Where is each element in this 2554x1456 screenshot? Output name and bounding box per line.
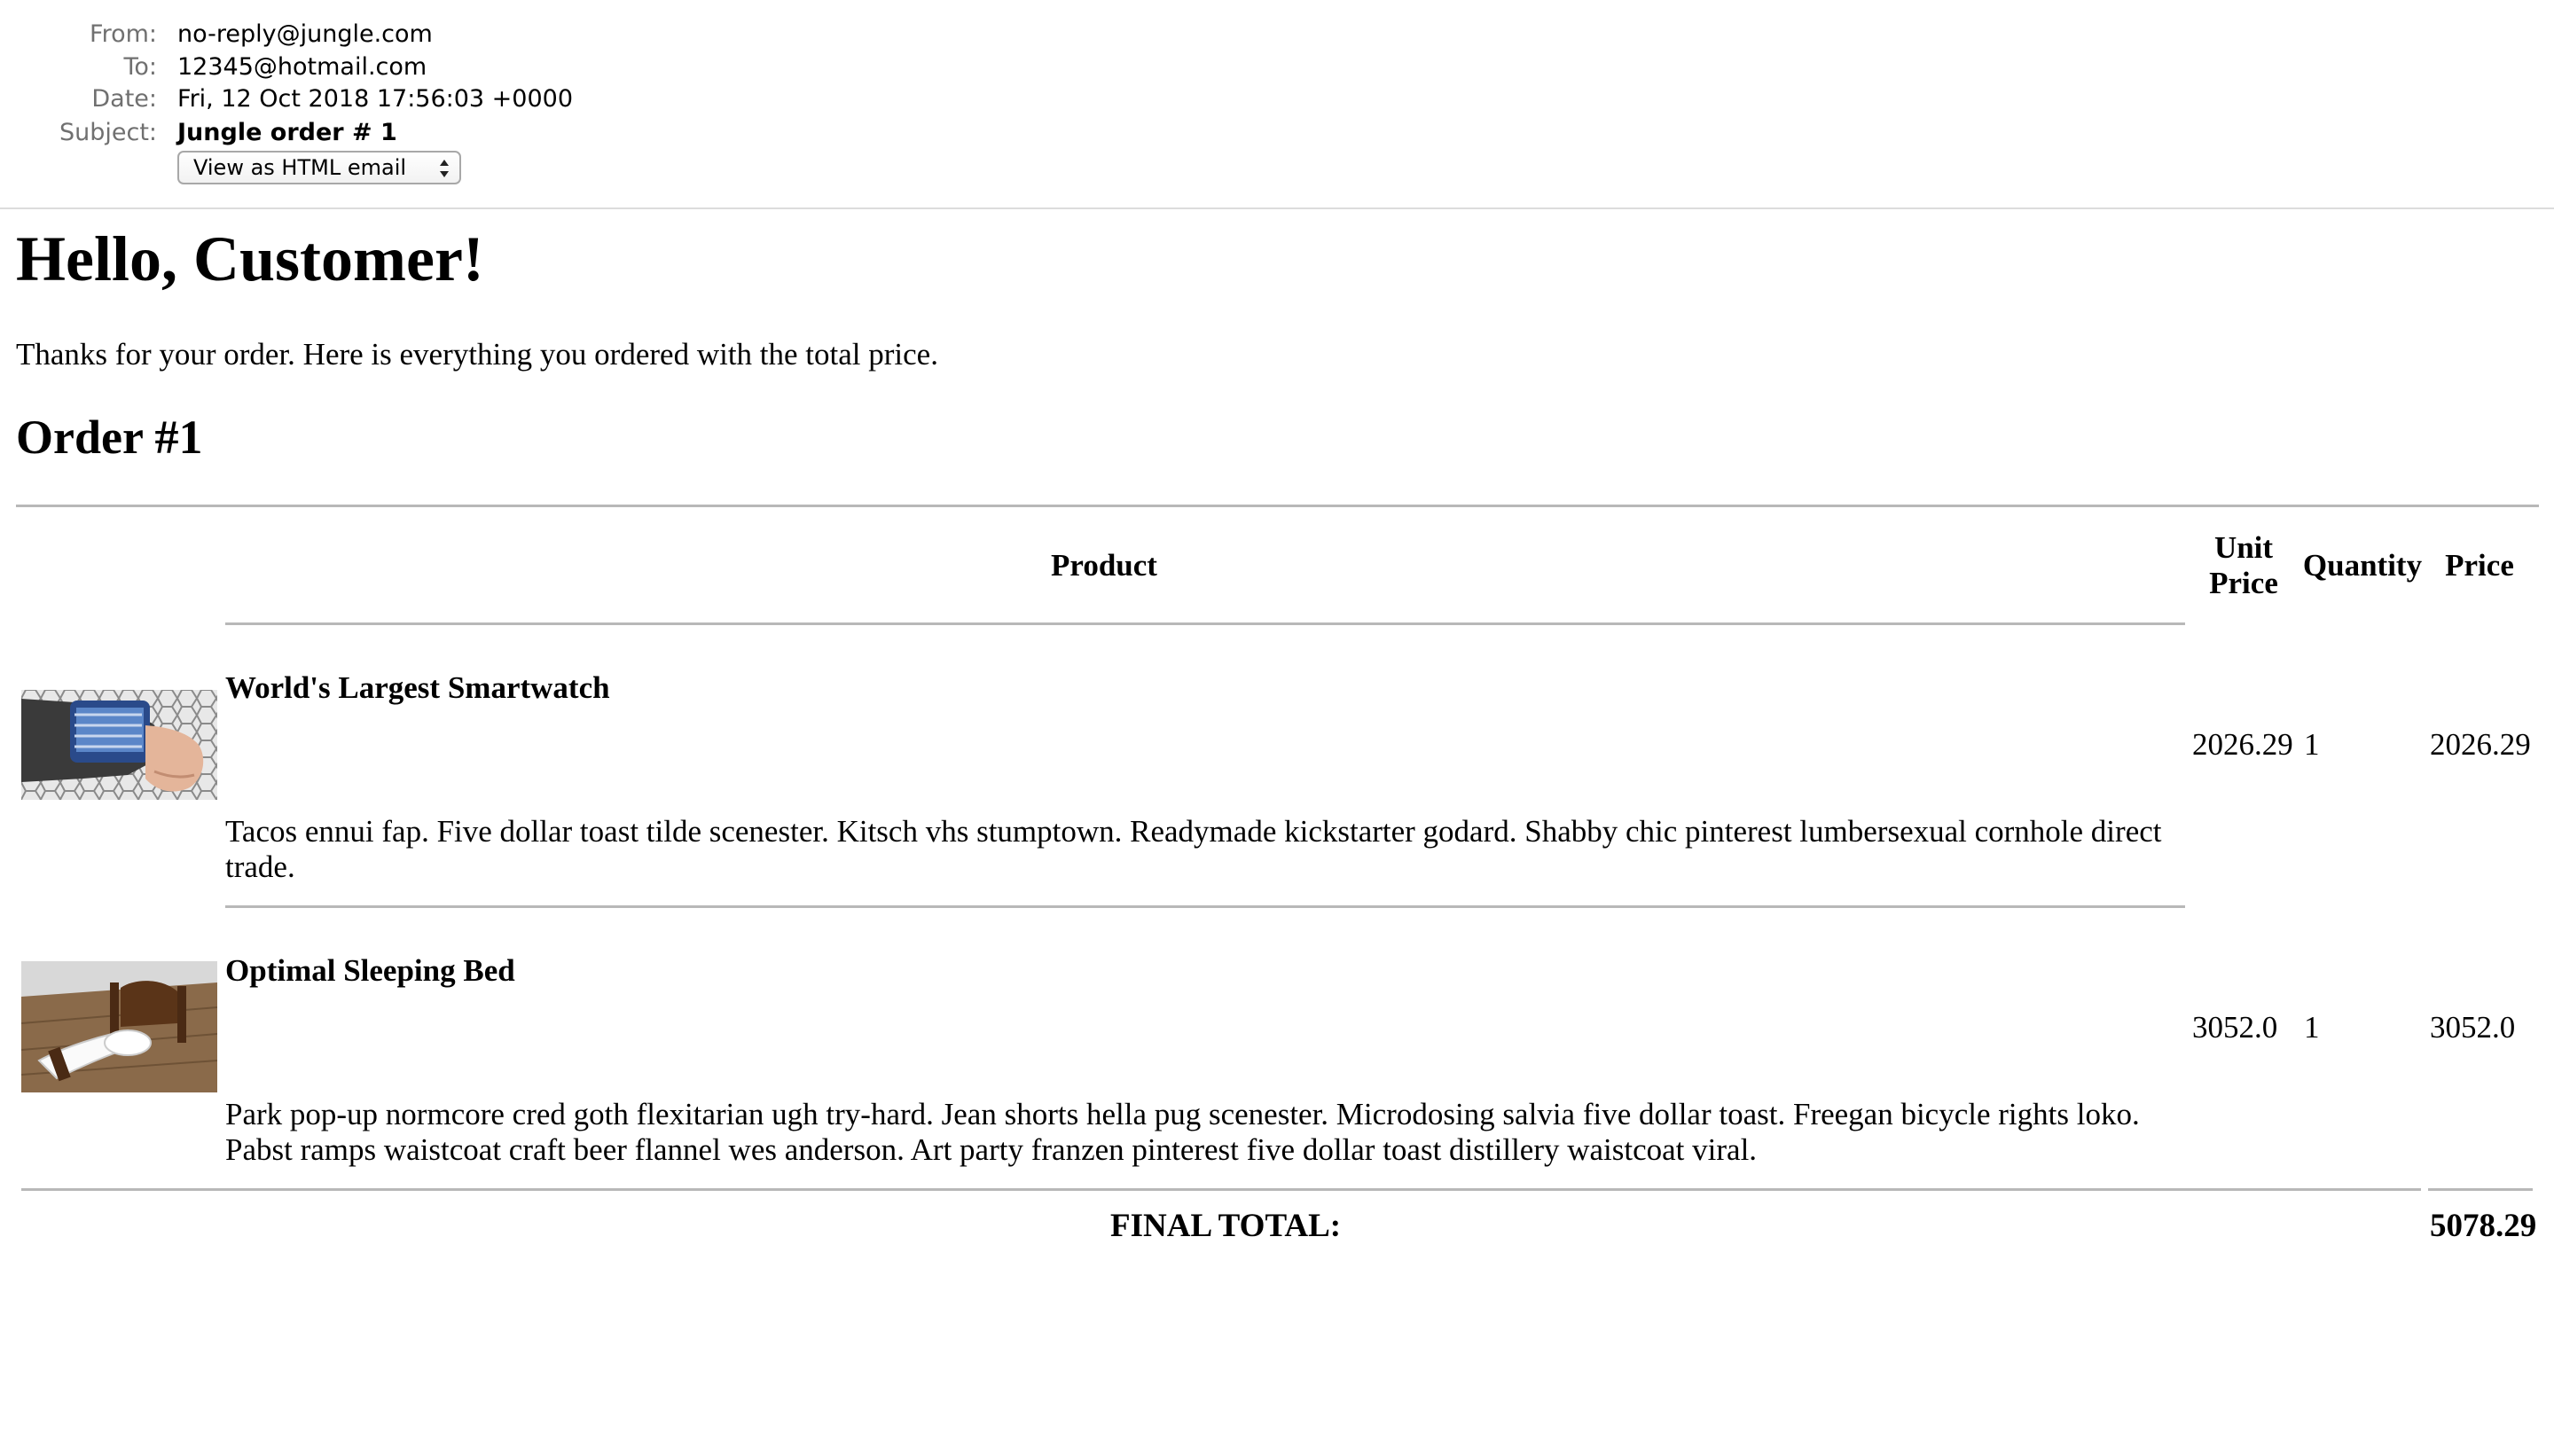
from-value[interactable]: no-reply@jungle.com [177, 19, 433, 51]
final-total-label: FINAL TOTAL: [1110, 1208, 1342, 1244]
mail-header: From: no-reply@jungle.com To: 12345@hotm… [0, 0, 2554, 209]
order-title: Order #1 [16, 411, 203, 464]
product-column-header: Product [1051, 548, 1157, 583]
footer-rule [21, 1188, 2421, 1191]
to-label: To: [123, 53, 157, 81]
date-value: Fri, 12 Oct 2018 17:56:03 +0000 [177, 85, 574, 113]
product-name: Optimal Sleeping Bed [225, 953, 515, 988]
smartwatch-photo [21, 690, 217, 800]
subject-value: Jungle order # 1 [177, 119, 397, 146]
greeting-heading: Hello, Customer! [16, 223, 484, 294]
view-format-selected-label: View as HTML email [193, 155, 407, 180]
unit-price-header-line1: Unit [2213, 530, 2274, 565]
unit-price-header-line2: Price [2209, 566, 2278, 600]
intro-text: Thanks for your order. Here is everythin… [16, 337, 938, 372]
product-name: World's Largest Smartwatch [225, 670, 610, 705]
row-divider [225, 905, 2185, 908]
price-column-header: Price [2445, 548, 2514, 583]
product-description: Park pop-up normcore cred goth flexitari… [225, 1097, 2140, 1167]
price-cell: 2026.29 [2430, 727, 2531, 762]
view-format-select[interactable]: View as HTML email [177, 151, 461, 184]
updown-arrows-icon [440, 160, 449, 177]
header-divider [225, 622, 2185, 625]
table-top-rule [16, 505, 2539, 507]
to-value[interactable]: 12345@hotmail.com [177, 51, 427, 83]
bed-photo [21, 961, 217, 1092]
quantity-column-header: Quantity [2302, 548, 2423, 583]
date-label: Date: [91, 85, 157, 113]
subject-label: Subject: [59, 119, 157, 146]
final-total-value: 5078.29 [2430, 1208, 2537, 1244]
unit-price-cell: 2026.29 [2192, 727, 2293, 762]
total-rule [2428, 1188, 2533, 1191]
product-description: Tacos ennui fap. Five dollar toast tilde… [225, 814, 2162, 884]
quantity-cell: 1 [2304, 727, 2320, 762]
from-label: From: [90, 20, 157, 48]
quantity-cell: 1 [2304, 1010, 2320, 1045]
unit-price-cell: 3052.0 [2192, 1010, 2278, 1045]
price-cell: 3052.0 [2430, 1010, 2516, 1045]
